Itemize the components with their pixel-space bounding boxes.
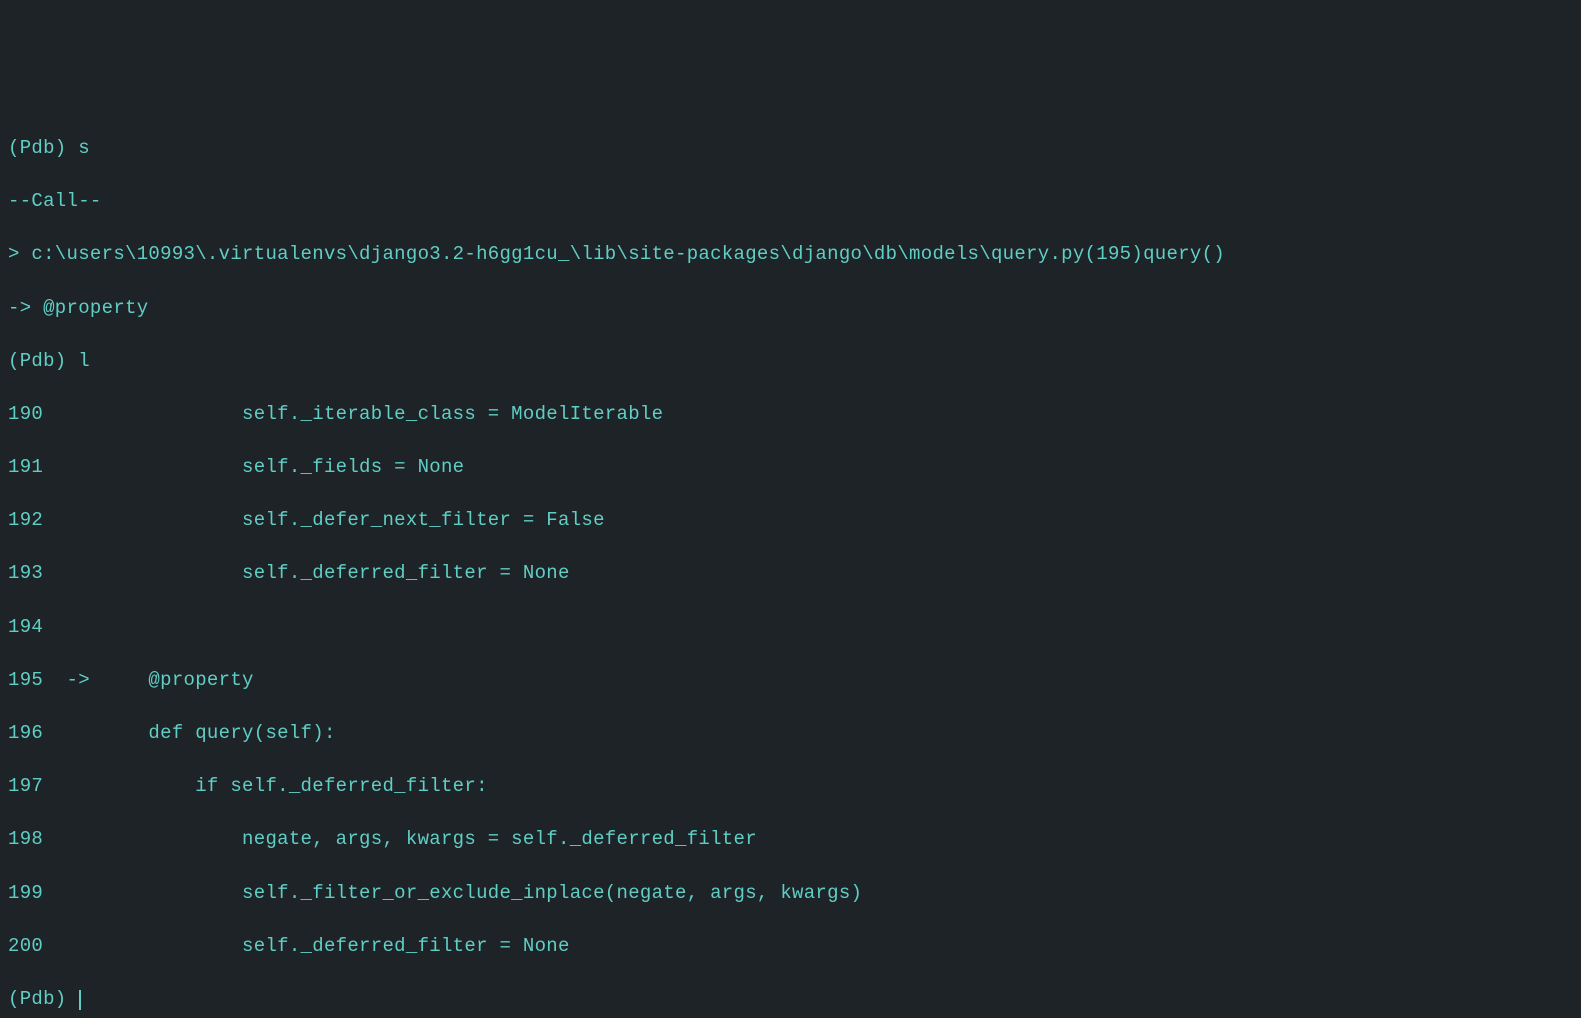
file-location-line: > c:\users\10993\.virtualenvs\django3.2-… bbox=[8, 241, 1573, 268]
source-line-196: 196 def query(self): bbox=[8, 720, 1573, 747]
source-line-191: 191 self._fields = None bbox=[8, 454, 1573, 481]
terminal-output[interactable]: (Pdb) s --Call-- > c:\users\10993\.virtu… bbox=[8, 108, 1573, 1018]
source-line-190: 190 self._iterable_class = ModelIterable bbox=[8, 401, 1573, 428]
cursor-icon bbox=[79, 990, 81, 1010]
source-line-192: 192 self._defer_next_filter = False bbox=[8, 507, 1573, 534]
pdb-prompt[interactable]: (Pdb) bbox=[8, 986, 1573, 1013]
source-line-193: 193 self._deferred_filter = None bbox=[8, 560, 1573, 587]
source-line-198: 198 negate, args, kwargs = self._deferre… bbox=[8, 826, 1573, 853]
pdb-list-command: (Pdb) l bbox=[8, 348, 1573, 375]
pdb-command-line: (Pdb) s bbox=[8, 135, 1573, 162]
call-marker: --Call-- bbox=[8, 188, 1573, 215]
pdb-prompt-text: (Pdb) bbox=[8, 988, 78, 1010]
source-line-197: 197 if self._deferred_filter: bbox=[8, 773, 1573, 800]
source-line-199: 199 self._filter_or_exclude_inplace(nega… bbox=[8, 880, 1573, 907]
current-statement-line: -> @property bbox=[8, 295, 1573, 322]
source-line-200: 200 self._deferred_filter = None bbox=[8, 933, 1573, 960]
source-line-194: 194 bbox=[8, 614, 1573, 641]
source-line-195-current: 195 -> @property bbox=[8, 667, 1573, 694]
